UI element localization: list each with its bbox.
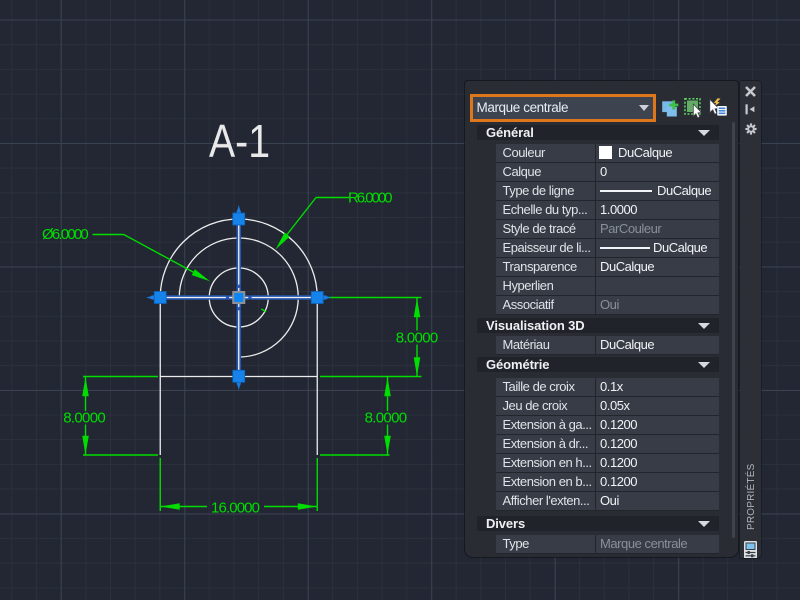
svg-text:R6.0000: R6.0000 bbox=[348, 189, 393, 206]
svg-text:A-1: A-1 bbox=[209, 115, 270, 167]
svg-text:16.0000: 16.0000 bbox=[211, 500, 260, 517]
svg-text:8.0000: 8.0000 bbox=[365, 410, 408, 427]
svg-text:8.0000: 8.0000 bbox=[396, 330, 439, 347]
svg-text:8.0000: 8.0000 bbox=[63, 410, 105, 427]
svg-text:Ø6.0000: Ø6.0000 bbox=[42, 226, 89, 243]
